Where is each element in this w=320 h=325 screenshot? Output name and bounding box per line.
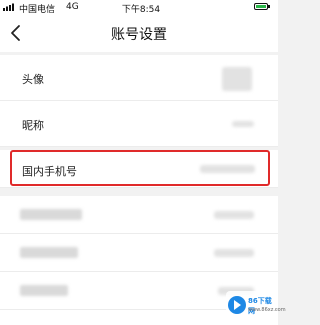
signal-icon — [3, 3, 14, 11]
settings-row-label — [20, 209, 82, 220]
page-title: 账号设置 — [111, 27, 167, 43]
nav-bar: 账号设置 — [0, 14, 278, 52]
avatar-label: 头像 — [22, 73, 44, 86]
watermark-url: www.86xz.com — [248, 307, 286, 313]
network-type: 4G — [66, 2, 79, 12]
settings-row-label — [20, 285, 68, 296]
nickname-label: 昵称 — [22, 119, 44, 132]
play-logo-icon — [228, 296, 246, 314]
settings-row-value — [214, 249, 254, 257]
settings-row-value — [214, 211, 254, 219]
nickname-value — [232, 121, 254, 127]
avatar — [222, 67, 252, 91]
watermark-brand: 86下载网 — [248, 297, 272, 315]
watermark-logo: 86下载网 www.86xz.com — [226, 291, 286, 321]
battery-icon — [254, 3, 270, 10]
highlight-box — [10, 150, 270, 186]
avatar-row[interactable]: 头像 — [0, 55, 278, 101]
settings-row-label — [20, 247, 78, 258]
nickname-row[interactable]: 昵称 — [0, 101, 278, 147]
chevron-left-icon[interactable] — [6, 22, 26, 44]
status-bar: 中国电信 4G 下午8:54 — [0, 0, 278, 15]
settings-row[interactable] — [0, 196, 278, 234]
settings-row[interactable] — [0, 234, 278, 272]
